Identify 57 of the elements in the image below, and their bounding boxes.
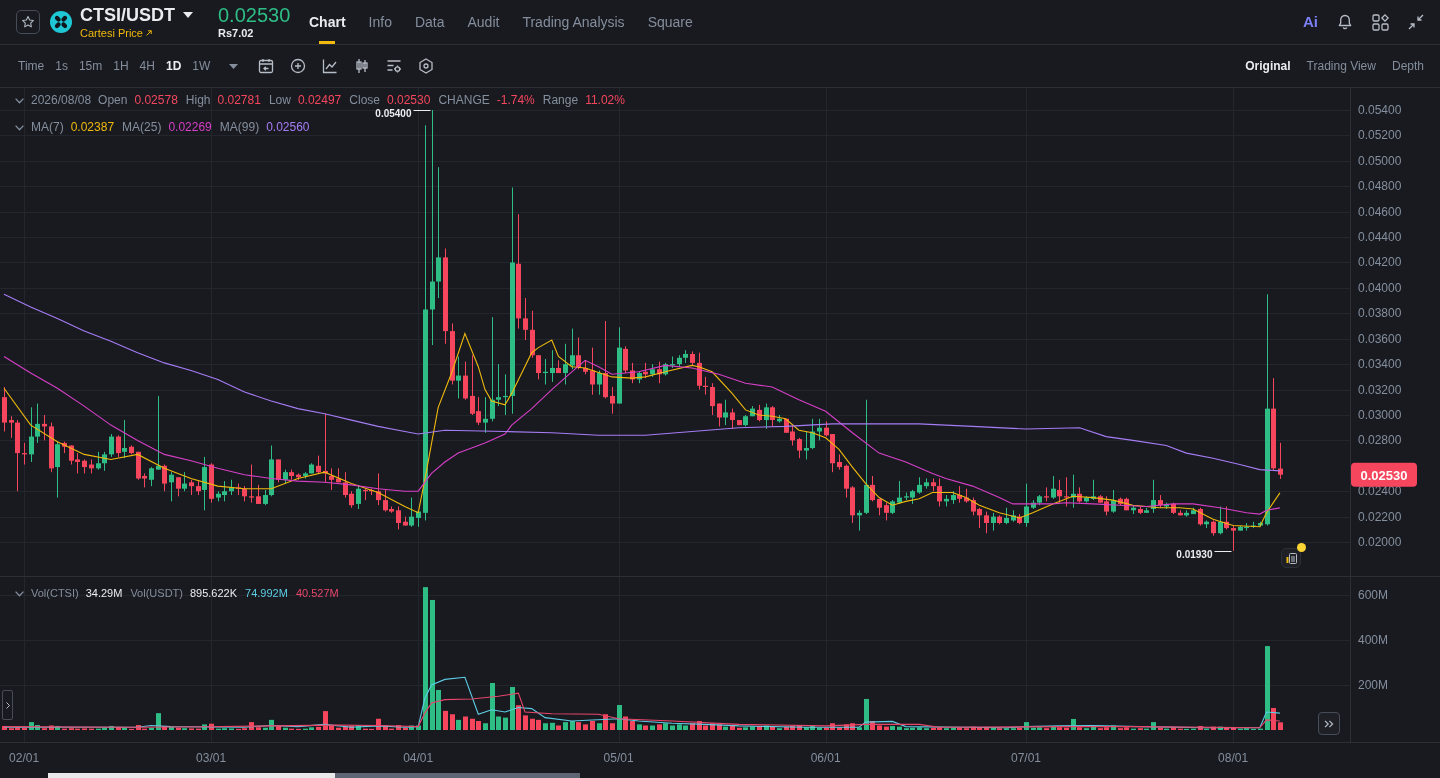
fiat-price: Rs7.02 [218, 26, 254, 40]
legend-label: Low [268, 94, 291, 107]
price-axis-label: 0.04000 [1358, 280, 1402, 295]
price-axis-label: 0.05000 [1358, 153, 1402, 168]
date-axis-label: 06/01 [810, 751, 841, 765]
price-axis-label: 0.03800 [1358, 306, 1402, 321]
price-axis-label: 0.04600 [1358, 204, 1402, 219]
price-axis-label: 0.03200 [1358, 382, 1402, 397]
volume-axis-label: 200M [1358, 678, 1389, 692]
date-axis-label: 02/01 [9, 751, 40, 765]
price-axis-label: 0.05400 [1358, 103, 1402, 117]
legend-label: Vol(CTSI) [31, 587, 79, 600]
date-axis-label: 07/01 [1011, 751, 1042, 765]
price-axis-label: 0.03000 [1358, 407, 1402, 422]
legend-value: 895.622K [189, 587, 238, 600]
legend-date: 2026/08/08 [31, 94, 92, 107]
legend-value: 40.527M [295, 587, 339, 600]
legend-value: 0.02578 [134, 94, 178, 107]
legend-value: 0.02560 [266, 121, 310, 134]
price-axis-label: 0.03600 [1358, 331, 1402, 346]
legend-label: MA(7) [31, 121, 64, 134]
price-axis-label: 0.02400 [1358, 484, 1402, 499]
date-axis-label: 03/01 [196, 751, 227, 765]
date-axis-label: 08/01 [1218, 751, 1249, 765]
date-axis-label: 05/01 [603, 751, 634, 765]
annotation: 0.01930 [1176, 548, 1213, 560]
price-axis-label: 0.02800 [1358, 433, 1402, 448]
price-axis-label: 0.02000 [1358, 535, 1402, 550]
legend-label: MA(25) [122, 121, 162, 134]
legend-value: 0.02387 [70, 121, 115, 134]
price-axis-label: 0.04200 [1358, 255, 1402, 270]
legend-value: 11.02% [585, 94, 625, 107]
price-axis-label: 0.05200 [1358, 128, 1402, 143]
legend-value: -1.74% [496, 94, 535, 107]
date-axis-label: 04/01 [403, 751, 434, 765]
legend-value: 34.29M [85, 587, 123, 600]
legend-label: Range [542, 94, 579, 107]
volume-axis-label: 600M [1358, 588, 1389, 602]
volume-axis-label: 400M [1358, 633, 1389, 647]
legend-label: Open [98, 94, 128, 107]
legend-value: 0.02530 [387, 94, 431, 107]
annotation: 0.05400 [375, 107, 412, 119]
legend-label: High [185, 94, 211, 107]
price-axis-label: 0.02200 [1358, 509, 1402, 524]
price-axis-label: 0.03400 [1358, 357, 1402, 372]
legend-value: 0.02269 [168, 121, 212, 134]
legend-label: Vol(USDT) [130, 587, 183, 600]
legend-value: 0.02781 [217, 94, 261, 107]
legend-label: MA(99) [219, 121, 260, 134]
legend-label: CHANGE [438, 94, 490, 107]
legend-value: 0.02497 [297, 94, 342, 107]
price-axis-label: 0.04800 [1358, 179, 1402, 194]
last-price: 0.02530 [218, 4, 291, 26]
price-axis-label: 0.04400 [1358, 230, 1402, 245]
last-price-label: 0.02530 [1351, 462, 1417, 487]
legend-value: 74.992M [245, 587, 288, 600]
legend-label: Close [349, 94, 380, 107]
